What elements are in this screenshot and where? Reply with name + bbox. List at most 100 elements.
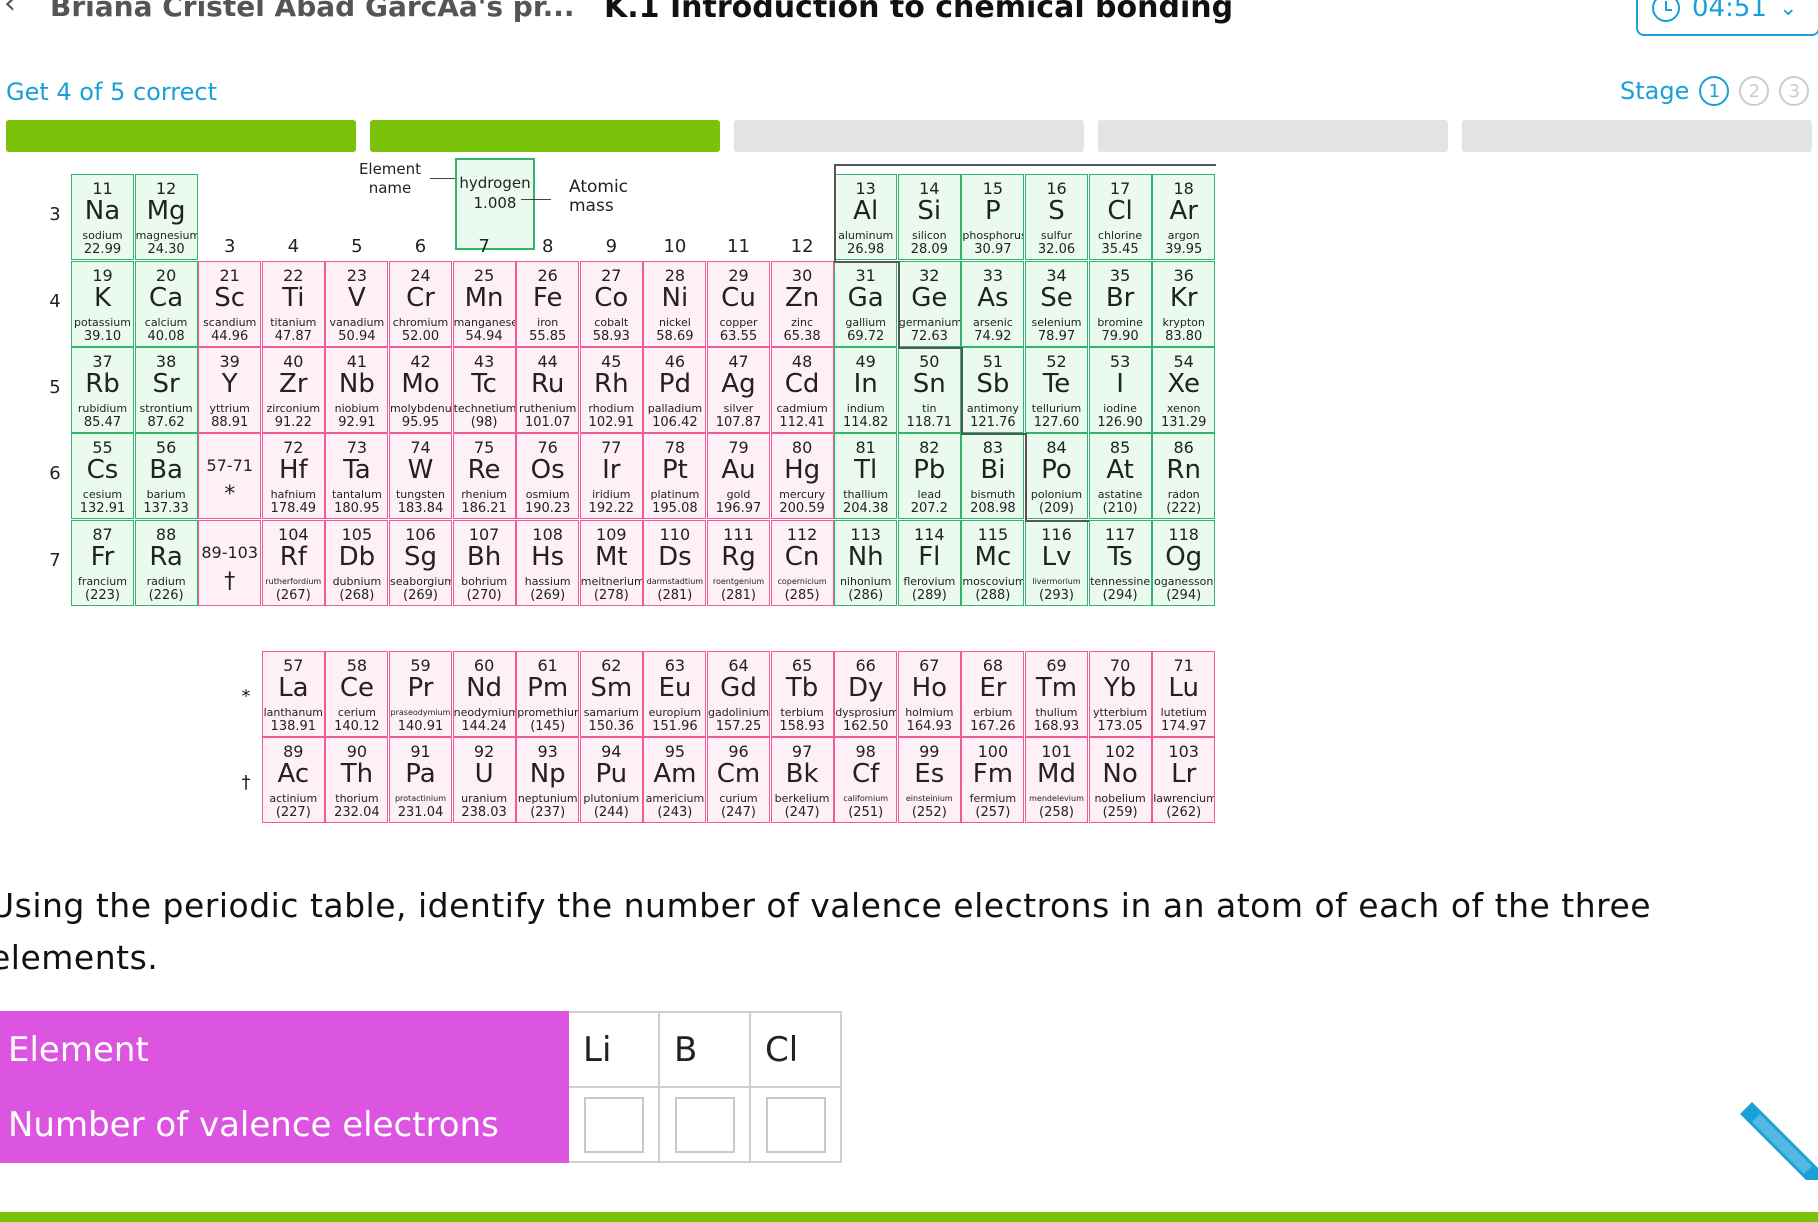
element-symbol: Re [467,455,501,485]
element-cell-rg: 111 Rg roentgenium (281) [707,520,770,606]
element-name: germanium [898,316,960,329]
element-cell-fm: 100 Fm fermium (257) [961,737,1025,823]
element-name: lawrencium [1153,792,1215,805]
element-cell-zn: 30 Zn zinc 65.38 [770,261,834,347]
element-symbol: Sg [403,542,437,572]
atomic-mass: 190.23 [524,501,571,516]
atomic-mass: 186.21 [461,501,507,516]
element-cell-cu: 29 Cu copper 63.55 [707,261,770,347]
element-cell-sm: 62 Sm samarium 150.36 [579,651,643,737]
element-symbol: Cd [784,369,820,399]
placeholder-cell: 57-71 * [198,433,262,519]
element-name: gadolinium [708,706,769,719]
element-symbol: Os [530,455,565,485]
atomic-mass: 83.80 [1165,329,1203,344]
element-symbol: Mt [594,542,628,572]
element-cell-ba: 56 Ba barium 137.33 [134,433,198,519]
element-name: fermium [969,792,1017,805]
element-symbol: Sn [912,369,946,399]
element-symbol: Cs [86,455,119,485]
element-symbol: Fl [918,542,941,572]
breadcrumb[interactable]: Briana Cristel Abad GarcAa's pr... [50,0,575,23]
atomic-mass: 195.08 [652,501,698,516]
element-name: tellurium [1031,402,1082,415]
atomic-mass: (281) [721,588,756,603]
placeholder-mark: † [224,569,236,594]
element-cell-sb: 51 Sb antimony 121.76 [961,347,1025,433]
element-cell-k: 19 Kpotassium 39.10 [71,261,134,347]
element-symbol: Ti [282,283,305,313]
element-cell-bh: 107 Bh bohrium (270) [452,520,516,606]
element-cell-os: 76 Os osmium 190.23 [516,433,580,519]
element-cell-ho: 67 Ho holmium 164.93 [897,651,961,737]
element-symbol: Cn [784,542,820,572]
element-cell-cf: 98 Cf californium (251) [834,737,898,823]
element-name: chlorine [1098,229,1143,242]
element-cell-ac: 89 Ac actinium (227) [261,737,325,823]
atomic-mass: (258) [1039,805,1074,820]
element-cell-tl: 81 Tl thallium 204.38 [834,433,898,519]
element-cell-cl: 17 Cl chlorine 35.45 [1088,174,1152,260]
element-cell-mg: 12 Mg magnesium 24.30 [134,174,198,260]
element-name: oganesson [1154,575,1214,588]
element-name: meitnerium [580,575,642,588]
element-name: cobalt [594,316,629,329]
element-name: hafnium [270,488,316,501]
element-name: rubidium [77,402,128,415]
element-name: rhodium [588,402,635,415]
atomic-mass: (247) [721,805,756,820]
key-leader-line [521,199,551,200]
element-cell-v: 23 Vvanadium 50.94 [325,261,389,347]
atomic-mass: 138.91 [270,719,317,734]
goal-text: Get 4 of 5 correct [6,78,217,106]
element-cell-xe: 54 Xe xenon 131.29 [1152,347,1216,433]
element-name: technetium [453,402,515,415]
atomic-mass: 63.55 [719,329,758,344]
element-name: flerovium [903,575,956,588]
key-label-line: Element [358,160,422,178]
question-text: Using the periodic table, identify the n… [0,886,1652,977]
row-header-valence: Number of valence electrons [0,1086,569,1163]
valence-input-b[interactable] [674,1096,735,1153]
metalloid-boundary [897,347,962,349]
element-name: hassium [524,575,571,588]
element-name: einsteinium [905,794,953,803]
element-symbol: Dy [847,673,884,703]
atomic-mass: 112.41 [779,415,825,430]
element-name: francium [78,575,127,588]
valence-input-cl[interactable] [765,1096,826,1153]
element-name: argon [1167,229,1200,242]
element-cell-ca: 20 Ca calcium 40.08 [134,261,198,347]
element-cell-yb: 70 Yb ytterbium 173.05 [1088,651,1152,737]
element-cell-pu: 94 Pu plutonium (244) [579,737,643,823]
element-cell-i: 53 Iiodine 126.90 [1088,347,1152,433]
atomic-mass: (267) [275,588,311,603]
pencil-icon[interactable] [1738,1100,1818,1180]
metalloid-boundary [961,347,964,433]
element-cell-po: 84 Po polonium (209) [1025,433,1088,519]
atomic-mass: 85.47 [83,415,122,430]
element-name: krypton [1162,316,1205,329]
timer-button[interactable]: 04:51 ⌄ [1636,0,1818,36]
atomic-mass: 126.90 [1097,415,1143,430]
element-name: nihonium [839,575,892,588]
element-symbol: Db [338,542,376,572]
element-symbol: Zn [784,283,820,313]
valence-input-li[interactable] [583,1096,644,1153]
element-name: platinum [650,488,700,501]
element-cell-sg: 106 Sg seaborgium (269) [389,520,452,606]
atomic-mass: 167.26 [970,719,1016,734]
element-name: moscovium [962,575,1024,588]
atomic-mass: (210) [1102,501,1138,516]
atomic-mass: 28.09 [910,242,948,257]
element-name: molybdenum [390,402,451,415]
element-symbol: Ge [911,283,948,313]
element-symbol: Yb [1103,673,1137,703]
element-name: radium [146,575,186,588]
element-name: tungsten [395,488,446,501]
atomic-mass: 140.91 [397,719,444,734]
chevron-left-icon[interactable]: ‹ [4,0,16,21]
atomic-mass: 65.38 [783,329,821,344]
group-label: 7 [478,236,490,257]
atomic-mass: (247) [784,805,820,820]
